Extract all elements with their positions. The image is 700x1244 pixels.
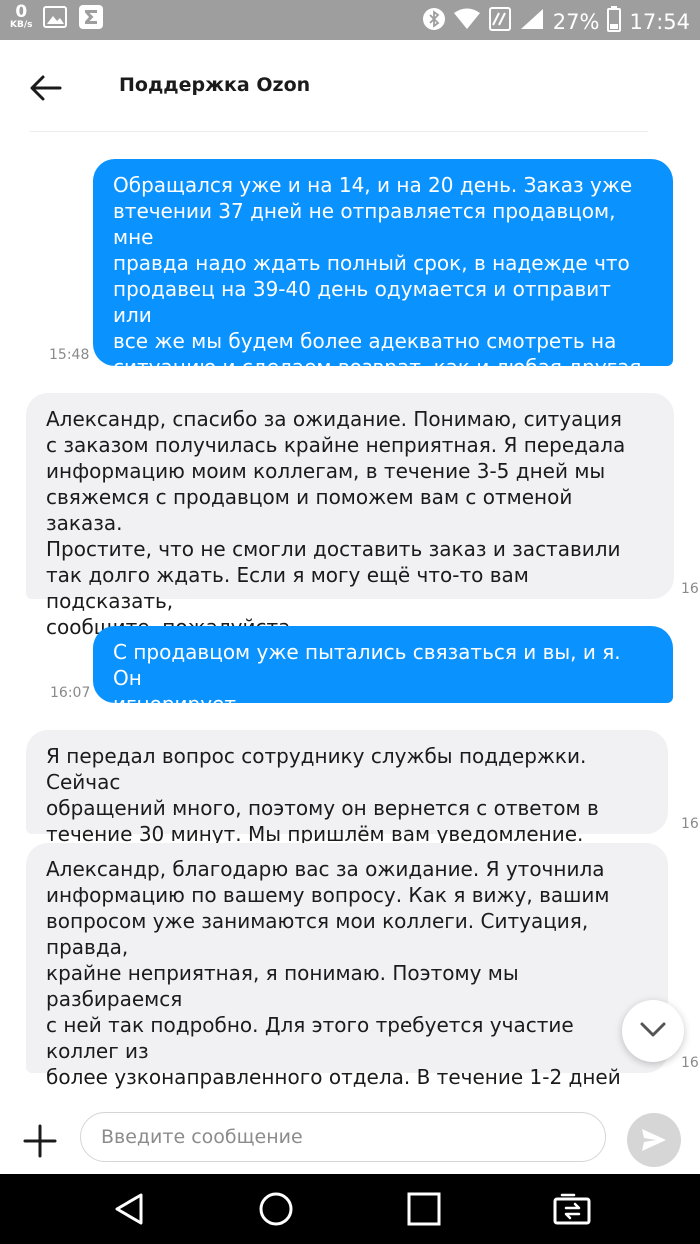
sigma-app-icon [78,4,104,30]
circle-home-icon [259,1192,293,1226]
message-outgoing[interactable]: С продавцом уже пытались связаться и вы,… [93,626,673,716]
message-time: 16: [681,581,700,597]
nav-home-button[interactable] [258,1191,294,1227]
chevron-down-icon [640,1022,666,1037]
send-icon [642,1129,666,1151]
triangle-back-icon [115,1193,143,1225]
net-speed-unit: KB/s [10,20,33,30]
net-speed: 0 KB/s [10,4,32,30]
page-title: Поддержка Ozon [119,74,311,96]
attach-button[interactable] [20,1121,60,1161]
message-time: 16: [681,1055,700,1071]
screen-switch-icon [553,1193,591,1225]
system-nav-bar [0,1174,700,1244]
message-time: 15:48 [49,347,90,363]
nav-recents-button[interactable] [406,1191,442,1227]
status-left: 0 KB/s [10,4,114,30]
nav-back-button[interactable] [111,1191,147,1227]
header-divider [30,131,648,132]
bluetooth-icon [422,6,445,37]
wifi-icon [453,7,481,36]
send-button[interactable] [627,1113,681,1167]
square-recents-icon [407,1192,441,1226]
message-outgoing[interactable]: Обращался уже и на 14, и на 20 день. Зак… [93,159,673,405]
message-incoming[interactable]: Александр, благодарю вас за ожидание. Я … [26,843,668,1193]
nav-switch-button[interactable] [552,1191,591,1227]
message-composer [0,1096,700,1174]
status-right: 27% 17:54 [415,6,690,37]
sim-icon [488,7,511,36]
net-speed-value: 0 [15,2,28,22]
message-time: 16: [681,816,700,832]
gallery-icon [42,4,68,30]
signal-icon [519,7,545,36]
status-bar: 0 KB/s 27% 17:54 [0,0,700,40]
arrow-left-icon [30,75,62,101]
plus-icon [23,1124,57,1158]
battery-percent: 27% [552,9,600,34]
clock: 17:54 [629,9,690,34]
message-input[interactable] [80,1112,606,1162]
chat-header: Поддержка Ozon [0,40,700,132]
back-button[interactable] [26,68,66,108]
message-time: 16:07 [50,685,91,701]
message-incoming[interactable]: Александр, спасибо за ожидание. Понимаю,… [26,393,674,639]
battery-icon [607,6,622,37]
scroll-down-button[interactable] [622,1000,684,1062]
message-incoming[interactable]: Я передал вопрос сотруднику службы подде… [26,730,668,846]
